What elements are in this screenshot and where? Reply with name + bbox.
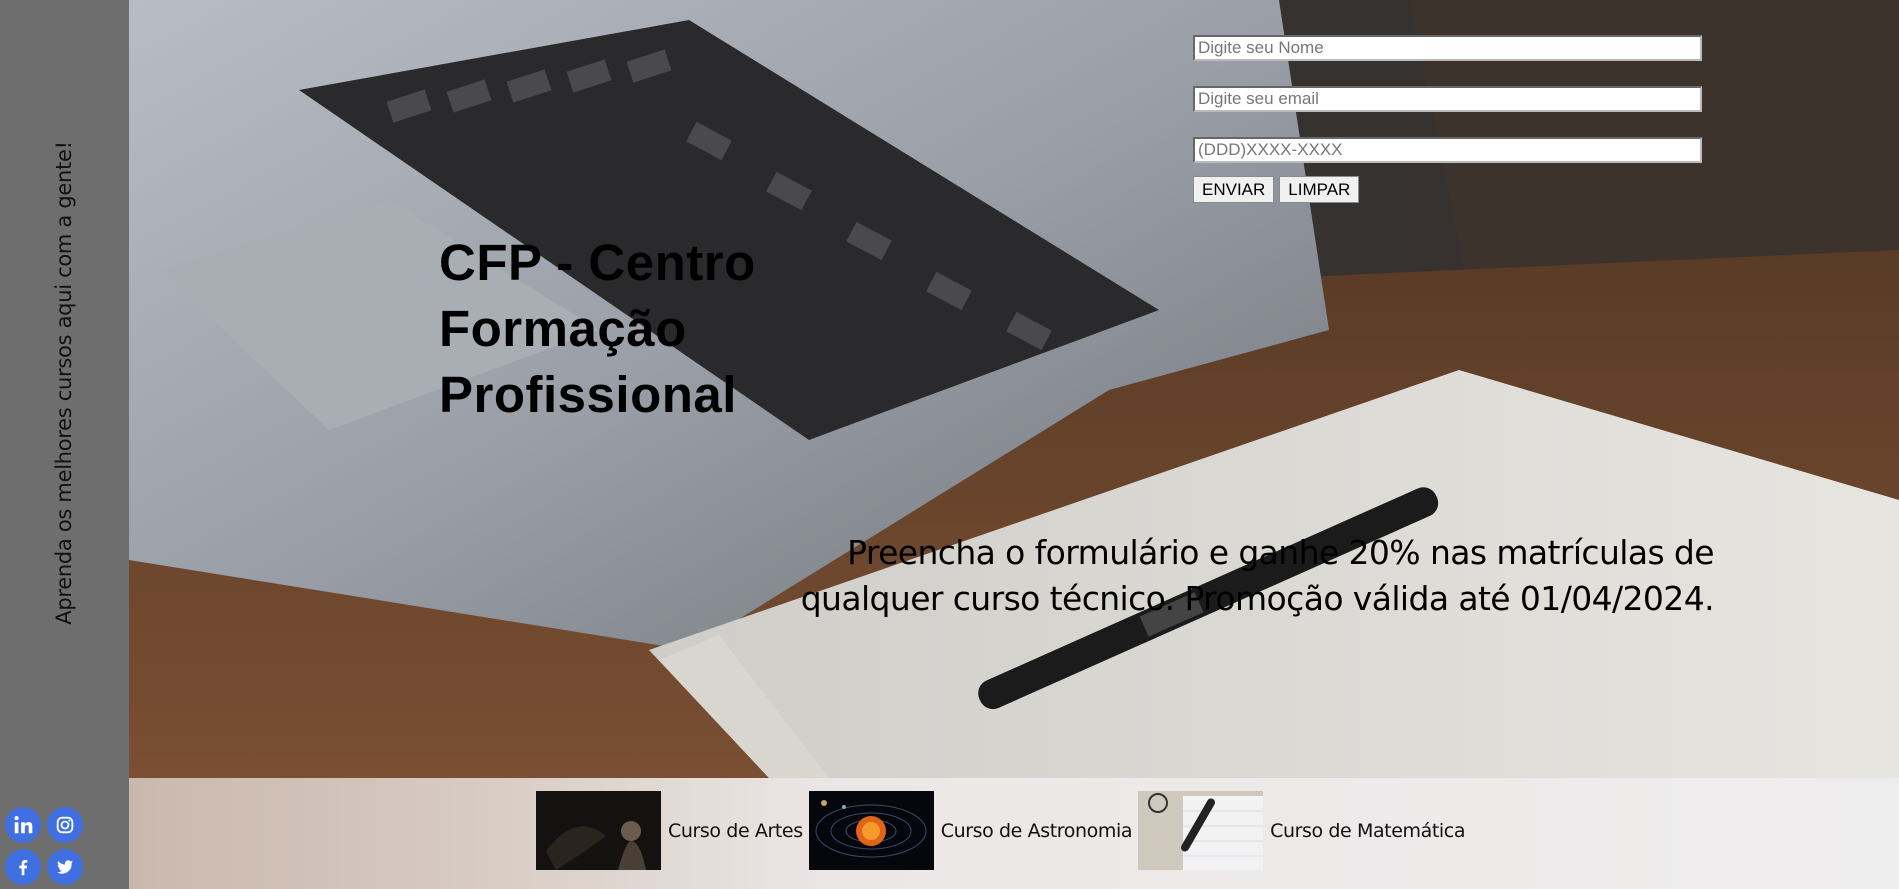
signup-form: ENVIAR LIMPAR <box>1193 35 1702 203</box>
course-thumbnail-matematica <box>1138 791 1264 870</box>
promo-text: Preencha o formulário e ganhe 20% nas ma… <box>800 533 1715 618</box>
sidebar: Aprenda os melhores cursos aqui com a ge… <box>0 0 129 889</box>
course-thumbnail-artes <box>536 791 661 870</box>
title-line: Profissional <box>439 366 737 423</box>
course-item-artes[interactable]: Curso de Artes <box>536 791 803 870</box>
instagram-icon[interactable] <box>47 807 83 843</box>
course-thumbnail-astronomia <box>808 791 934 870</box>
name-field[interactable] <box>1193 35 1702 61</box>
reset-button[interactable]: LIMPAR <box>1279 176 1360 203</box>
course-label: Curso de Artes <box>668 819 803 842</box>
title-line: CFP - Centro <box>439 234 756 291</box>
title-line: Formação <box>439 300 687 357</box>
course-item-matematica[interactable]: Curso de Matemática <box>1138 791 1466 870</box>
twitter-icon[interactable] <box>47 849 83 885</box>
courses-bar: Curso de Artes Curso de Astronomia Curso… <box>129 778 1899 889</box>
course-label: Curso de Matemática <box>1270 819 1466 842</box>
email-field[interactable] <box>1193 86 1702 112</box>
facebook-icon[interactable] <box>5 849 41 885</box>
submit-button[interactable]: ENVIAR <box>1193 176 1275 203</box>
form-buttons: ENVIAR LIMPAR <box>1193 176 1702 203</box>
social-links <box>5 807 85 885</box>
linkedin-icon[interactable] <box>5 807 41 843</box>
course-item-astronomia[interactable]: Curso de Astronomia <box>808 791 1133 870</box>
course-label: Curso de Astronomia <box>940 819 1133 842</box>
phone-field[interactable] <box>1193 137 1702 163</box>
course-list: Curso de Artes Curso de Astronomia Curso… <box>536 791 1471 870</box>
page-title: CFP - Centro Formação Profissional <box>439 230 756 428</box>
sidebar-tagline: Aprenda os melhores cursos aqui com a ge… <box>52 141 76 625</box>
